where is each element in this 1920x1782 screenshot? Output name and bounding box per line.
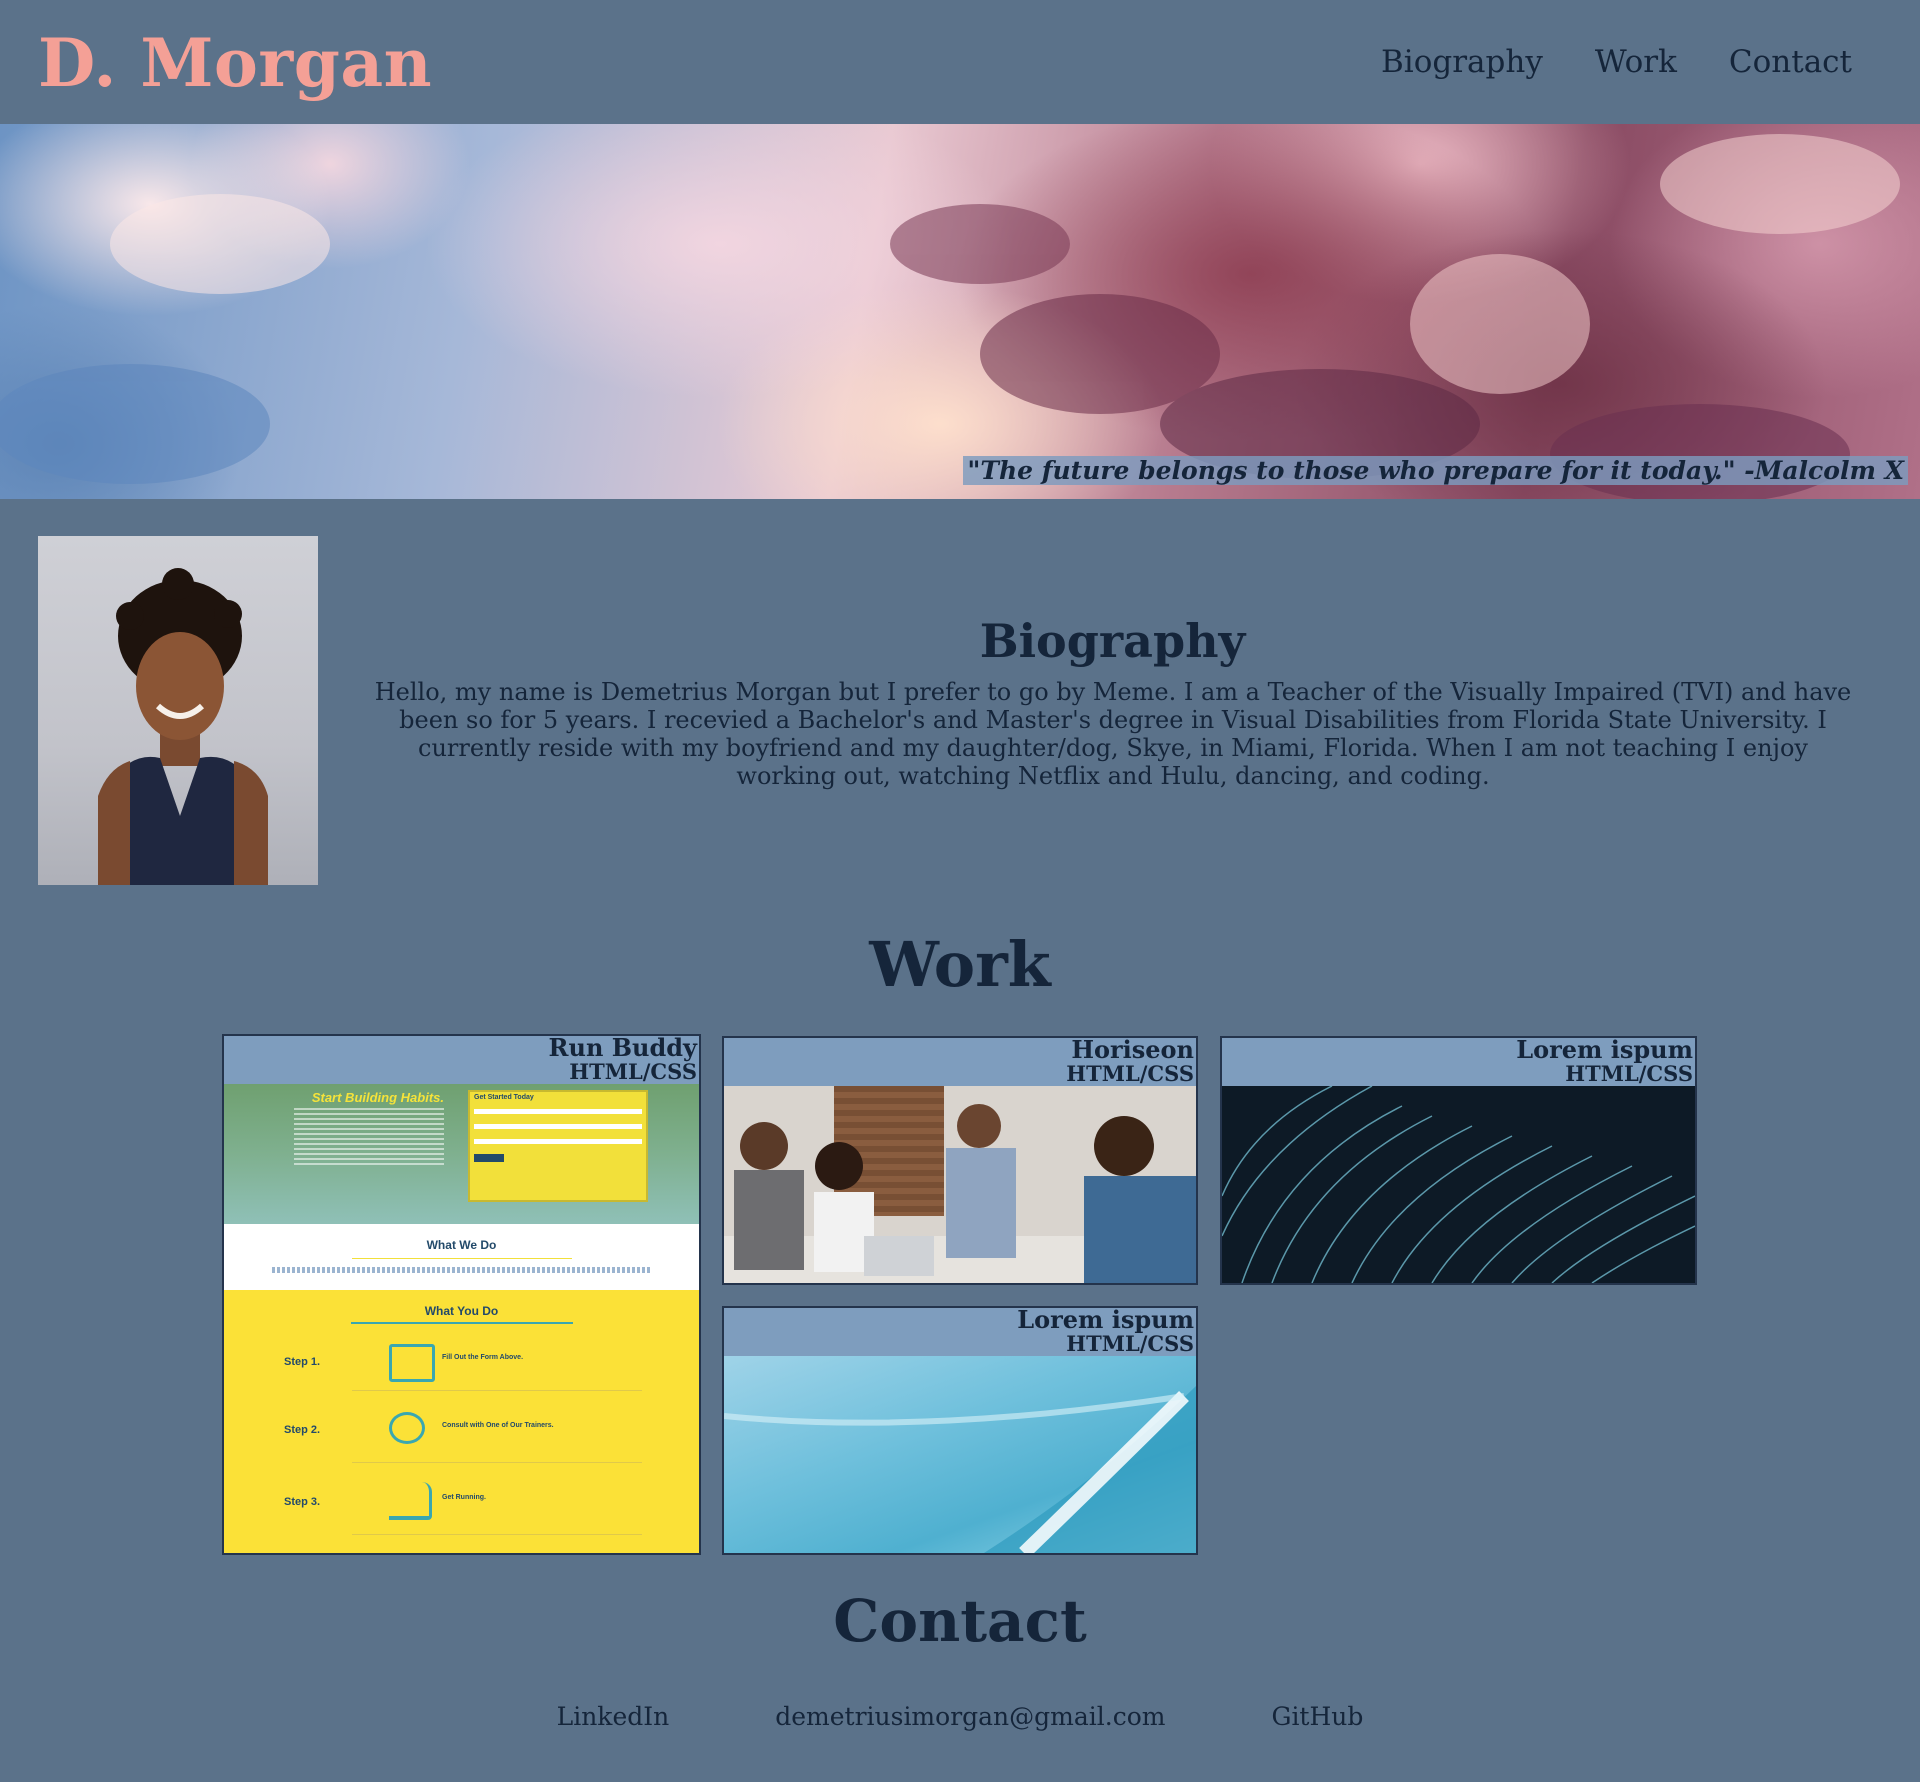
contact-links: LinkedIn demetriusimorgan@gmail.com GitH… bbox=[0, 1702, 1920, 1731]
main-nav: Biography Work Contact bbox=[1381, 44, 1852, 80]
chat-bubbles-icon bbox=[389, 1412, 425, 1444]
project-caption: Lorem ispum HTML/CSS bbox=[1516, 1038, 1693, 1086]
profile-photo bbox=[38, 536, 318, 885]
project-title: Horiseon bbox=[1071, 1036, 1194, 1064]
contact-heading: Contact bbox=[833, 1587, 1087, 1655]
ocean-wave-image bbox=[724, 1356, 1196, 1553]
project-title: Run Buddy bbox=[548, 1034, 697, 1062]
biography-text: Hello, my name is Demetrius Morgan but I… bbox=[374, 678, 1852, 790]
contact-github-link[interactable]: GitHub bbox=[1271, 1702, 1363, 1731]
team-meeting-photo bbox=[724, 1086, 1196, 1283]
laptop-icon bbox=[389, 1344, 435, 1382]
person-portrait-illustration bbox=[98, 568, 268, 885]
preview-step-3: Step 3. bbox=[284, 1496, 321, 1508]
preview-step-2: Step 2. bbox=[284, 1424, 321, 1436]
site-brand[interactable]: D. Morgan bbox=[38, 24, 432, 102]
project-tech: HTML/CSS bbox=[569, 1059, 697, 1084]
ocean-wave-illustration bbox=[724, 1386, 1196, 1553]
preview-section-what-we-do: What We Do bbox=[426, 1238, 497, 1252]
site-header: D. Morgan Biography Work Contact bbox=[0, 0, 1920, 124]
preview-step-1: Step 1. bbox=[284, 1356, 321, 1368]
project-caption: Run Buddy HTML/CSS bbox=[549, 1036, 697, 1084]
horiseon-screenshot bbox=[724, 1086, 1196, 1283]
nav-contact-link[interactable]: Contact bbox=[1729, 44, 1852, 80]
preview-section-what-you-do: What You Do bbox=[424, 1304, 499, 1318]
preview-step-3-text: Get Running. bbox=[442, 1494, 486, 1501]
hero-clouds-illustration bbox=[0, 134, 1900, 499]
project-tech: HTML/CSS bbox=[1066, 1331, 1194, 1356]
hero-quote: "The future belongs to those who prepare… bbox=[963, 456, 1908, 485]
nav-biography-link[interactable]: Biography bbox=[1381, 44, 1543, 80]
hero-banner-image: "The future belongs to those who prepare… bbox=[0, 124, 1920, 499]
run-buddy-screenshot: Start Building Habits. Get Started Today… bbox=[224, 1084, 699, 1553]
project-card-lorem-ispum-1[interactable]: Lorem ispum HTML/CSS bbox=[1220, 1036, 1697, 1285]
biography-heading: Biography bbox=[979, 614, 1246, 668]
star-trails-illustration bbox=[1222, 1085, 1695, 1283]
project-tech: HTML/CSS bbox=[1066, 1061, 1194, 1086]
project-caption: Lorem ispum HTML/CSS bbox=[1017, 1308, 1194, 1356]
project-title: Lorem ispum bbox=[1017, 1306, 1194, 1334]
star-trails-image bbox=[1222, 1085, 1695, 1283]
project-card-lorem-ispum-2[interactable]: Lorem ispum HTML/CSS bbox=[722, 1306, 1198, 1555]
project-caption: Horiseon HTML/CSS bbox=[1066, 1038, 1194, 1086]
preview-step-1-text: Fill Out the Form Above. bbox=[442, 1354, 524, 1361]
preview-hero-heading: Start Building Habits. bbox=[311, 1090, 444, 1105]
preview-form-title: Get Started Today bbox=[474, 1094, 534, 1101]
project-card-horiseon[interactable]: Horiseon HTML/CSS bbox=[722, 1036, 1198, 1285]
project-card-run-buddy[interactable]: Run Buddy HTML/CSS Start Building Habits… bbox=[222, 1034, 701, 1555]
running-shoe-icon bbox=[389, 1482, 432, 1520]
nav-work-link[interactable]: Work bbox=[1595, 44, 1677, 80]
project-tech: HTML/CSS bbox=[1565, 1061, 1693, 1086]
preview-step-2-text: Consult with One of Our Trainers. bbox=[442, 1422, 554, 1429]
work-heading: Work bbox=[869, 928, 1051, 1001]
project-title: Lorem ispum bbox=[1516, 1036, 1693, 1064]
contact-email-link[interactable]: demetriusimorgan@gmail.com bbox=[775, 1702, 1165, 1731]
contact-linkedin-link[interactable]: LinkedIn bbox=[557, 1702, 670, 1731]
